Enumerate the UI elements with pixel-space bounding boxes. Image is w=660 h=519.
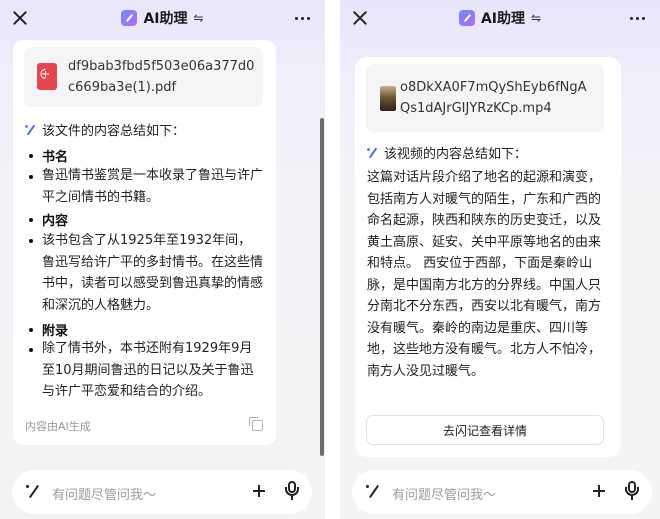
sparkle-icon — [25, 124, 37, 136]
bullet-dot — [29, 328, 33, 332]
right-panel: AI助理 ⇋ o8DkXA0F7mQyShEyb6fNgAQs1dAJrGIJY… — [340, 0, 660, 519]
header: AI助理 ⇋ — [340, 0, 660, 36]
microphone-icon[interactable] — [284, 481, 300, 501]
more-dot — [301, 17, 304, 20]
chat-input-bar[interactable]: 有问题尽管问我～ — [352, 470, 652, 514]
panel-divider — [325, 0, 340, 519]
ai-assistant-logo-icon — [121, 10, 138, 26]
mic-stem — [291, 496, 293, 500]
magic-wand-icon[interactable] — [26, 484, 42, 500]
ai-assistant-logo-icon — [458, 10, 475, 26]
plus-icon[interactable] — [592, 484, 606, 498]
page-title: AI助理 — [480, 11, 525, 27]
page-title: AI助理 — [143, 11, 188, 27]
scrollbar[interactable] — [320, 118, 324, 456]
mic-arc — [625, 487, 639, 496]
switch-icon[interactable]: ⇋ — [193, 11, 203, 25]
bullet-dot — [29, 239, 33, 243]
microphone-icon[interactable] — [624, 481, 640, 501]
summary-heading-text: 该视频的内容总结如下： — [384, 147, 528, 162]
summary-heading: 该视频的内容总结如下： — [367, 143, 527, 162]
title-group[interactable]: AI助理 ⇋ — [340, 8, 660, 28]
more-dot — [636, 17, 639, 20]
chat-input[interactable]: 有问题尽管问我～ — [52, 484, 156, 503]
more-dot — [642, 17, 645, 20]
mic-arc — [285, 487, 299, 496]
mic-stem — [631, 496, 633, 500]
chat-input[interactable]: 有问题尽管问我～ — [392, 484, 496, 503]
bullet-dot — [29, 348, 33, 352]
more-icon[interactable] — [630, 17, 646, 21]
bullet-dot — [29, 218, 33, 222]
section-text-content: 该书包含了从1925年至1932年间，鲁迅写给许广平的多封情书。在这些情书中，读… — [42, 233, 264, 313]
file-name: df9bab3fbd5f503e06a377d0c669ba3e(1).pdf — [68, 59, 255, 95]
pdf-icon — [37, 63, 57, 90]
title-group[interactable]: AI助理 ⇋ — [0, 8, 325, 28]
file-name: o8DkXA0F7mQyShEyb6fNgAQs1dAJrGIJYRzKCp.m… — [400, 80, 587, 116]
section-title-book: 书名 — [42, 150, 69, 165]
file-attachment[interactable]: o8DkXA0F7mQyShEyb6fNgAQs1dAJrGIJYRzKCp.m… — [366, 64, 604, 132]
sparkle-icon — [367, 147, 379, 159]
section-title-appendix: 附录 — [42, 324, 69, 339]
header: AI助理 ⇋ — [0, 0, 325, 36]
plus-icon[interactable] — [252, 484, 266, 498]
left-panel: AI助理 ⇋ df9bab3fbd5f503e06a377d0c669ba3e(… — [0, 0, 325, 519]
more-dot — [630, 17, 633, 20]
bullet-dot — [29, 175, 33, 179]
copy-icon[interactable] — [249, 417, 263, 431]
chat-input-bar[interactable]: 有问题尽管问我～ — [12, 470, 312, 514]
bullet-dot — [29, 154, 33, 158]
summary-card: df9bab3fbd5f503e06a377d0c669ba3e(1).pdf … — [13, 40, 276, 445]
more-icon[interactable] — [295, 17, 311, 21]
ai-generated-note: 内容由AI生成 — [25, 420, 91, 433]
section-text-book: 鲁迅情书鉴赏是一本收录了鲁迅与许广平之间情书的书籍。 — [42, 168, 264, 205]
section-text-appendix: 除了情书外，本书还附有1929年9月至10月期间鲁迅的日记以及关于鲁迅与许广平恋… — [42, 341, 254, 399]
switch-icon[interactable]: ⇋ — [531, 11, 541, 25]
more-dot — [307, 17, 310, 20]
summary-heading-text: 该文件的内容总结如下： — [42, 124, 186, 139]
summary-paragraph: 这篇对话片段介绍了地名的起源和演变，包括南方人对暖气的陌生，广东和广西的命名起源… — [367, 170, 602, 379]
view-details-button[interactable]: 去闪记查看详情 — [366, 415, 604, 445]
section-title-content: 内容 — [42, 214, 69, 229]
file-attachment[interactable]: df9bab3fbd5f503e06a377d0c669ba3e(1).pdf — [24, 47, 263, 107]
summary-card: o8DkXA0F7mQyShEyb6fNgAQs1dAJrGIJYRzKCp.m… — [355, 57, 621, 457]
more-dot — [295, 17, 298, 20]
summary-heading: 该文件的内容总结如下： — [25, 120, 185, 139]
video-thumbnail — [380, 86, 396, 111]
magic-wand-icon[interactable] — [366, 484, 382, 500]
